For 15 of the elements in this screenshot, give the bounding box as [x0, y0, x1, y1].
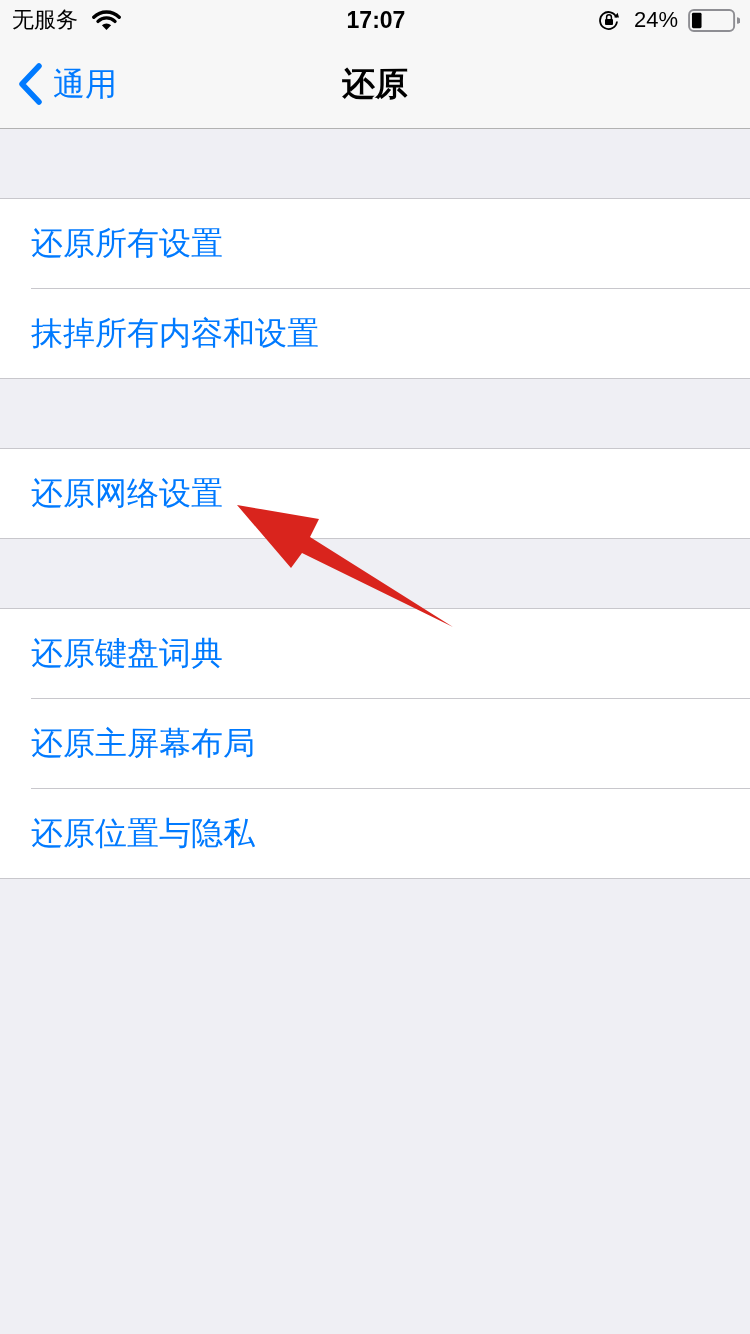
back-chevron-icon [17, 63, 43, 105]
wifi-icon [92, 10, 121, 30]
battery-icon [688, 8, 740, 32]
list-item[interactable]: 抹掉所有内容和设置 [0, 289, 750, 378]
page-title: 还原 [342, 64, 408, 104]
carrier-label: 无服务 [12, 7, 78, 33]
list-item[interactable]: 还原位置与隐私 [0, 789, 750, 878]
back-button[interactable]: 通用 [0, 59, 125, 109]
list-item[interactable]: 还原网络设置 [0, 449, 750, 538]
clock-time: 17:07 [346, 7, 406, 33]
battery-percent: 24% [633, 7, 678, 33]
list-item[interactable]: 还原主屏幕布局 [0, 699, 750, 788]
list-item[interactable]: 还原键盘词典 [0, 609, 750, 698]
list-item[interactable]: 还原所有设置 [0, 199, 750, 288]
rotation-lock-icon [597, 9, 620, 31]
